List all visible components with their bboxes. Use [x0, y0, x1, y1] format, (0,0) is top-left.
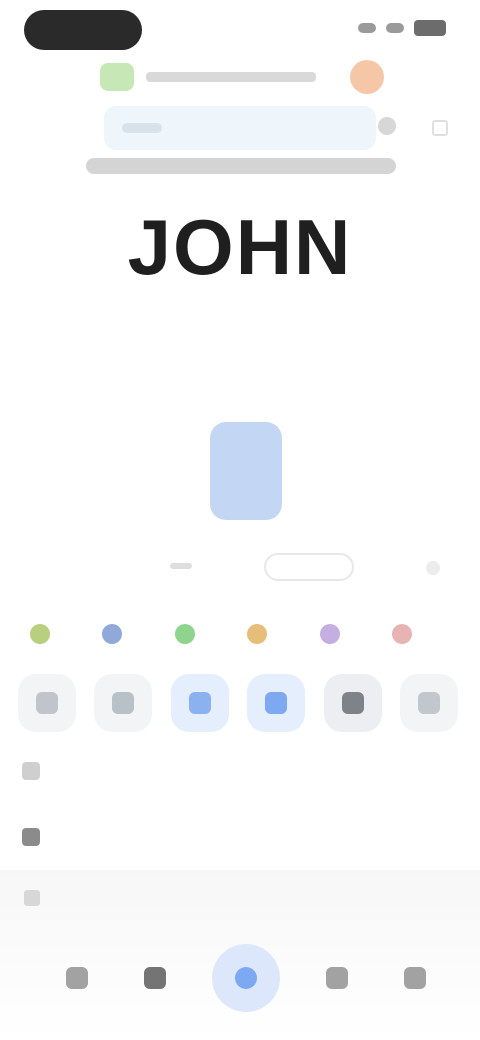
phone-screen: JOHN — [0, 0, 480, 1040]
search-input[interactable] — [176, 118, 360, 138]
mode-button[interactable] — [247, 674, 306, 732]
control-pill[interactable] — [264, 553, 354, 581]
site-icon — [100, 63, 134, 91]
browser-top-strip — [100, 60, 390, 94]
dock-button-menu[interactable] — [394, 957, 436, 999]
color-swatch[interactable] — [102, 624, 123, 644]
color-swatch[interactable] — [319, 624, 340, 644]
back-arrow-icon — [66, 967, 88, 989]
share-icon — [326, 967, 348, 989]
color-swatch-row — [30, 624, 412, 648]
tabs-icon — [144, 967, 166, 989]
dynamic-island — [24, 10, 142, 50]
mode-button[interactable] — [94, 674, 153, 732]
menu-icon — [404, 967, 426, 989]
color-swatch[interactable] — [391, 624, 412, 644]
status-icons — [358, 20, 446, 36]
control-row — [160, 551, 440, 585]
option-icon — [22, 762, 40, 780]
active-tool-icon — [235, 967, 257, 989]
option-icon — [22, 828, 40, 846]
gray-mode-icon — [417, 692, 440, 714]
minus-icon[interactable] — [170, 563, 192, 569]
status-bar — [0, 0, 480, 60]
dock-button-tabs[interactable] — [134, 957, 176, 999]
dark-mode-icon — [341, 692, 364, 714]
close-icon[interactable] — [432, 120, 448, 136]
text-selection-highlight[interactable] — [210, 422, 282, 520]
microphone-icon[interactable] — [378, 117, 396, 135]
option-item[interactable] — [22, 756, 342, 786]
battery-icon — [414, 20, 446, 36]
page-title: JOHN — [127, 203, 353, 291]
dock-button-back[interactable] — [56, 957, 98, 999]
search-bar[interactable] — [104, 106, 448, 150]
dock-button-active[interactable] — [212, 944, 280, 1012]
dock-button-share[interactable] — [316, 957, 358, 999]
mode-button[interactable] — [18, 674, 76, 732]
signal-icon — [358, 23, 376, 33]
mode-button[interactable] — [323, 674, 382, 732]
blue-mode-icon — [188, 692, 211, 714]
paragraph-line — [34, 366, 446, 409]
expand-icon[interactable] — [426, 561, 440, 575]
text-mode-icon — [36, 692, 58, 714]
color-swatch[interactable] — [174, 624, 195, 644]
mode-button[interactable] — [170, 674, 229, 732]
highlight-mode-icon — [112, 692, 135, 714]
mode-button[interactable] — [399, 674, 458, 732]
bottom-panel — [0, 870, 480, 1040]
wifi-icon — [386, 23, 404, 33]
profile-icon[interactable] — [350, 60, 384, 94]
search-icon — [122, 123, 162, 133]
color-swatch[interactable] — [247, 624, 268, 644]
option-item[interactable] — [22, 822, 342, 852]
mode-button-row — [18, 674, 458, 734]
bottom-dock — [56, 940, 436, 1016]
color-swatch[interactable] — [30, 624, 50, 644]
selection-mode-icon — [265, 692, 288, 714]
back-icon[interactable] — [24, 890, 40, 906]
url-text — [146, 72, 316, 82]
tab-strip[interactable] — [86, 158, 396, 174]
